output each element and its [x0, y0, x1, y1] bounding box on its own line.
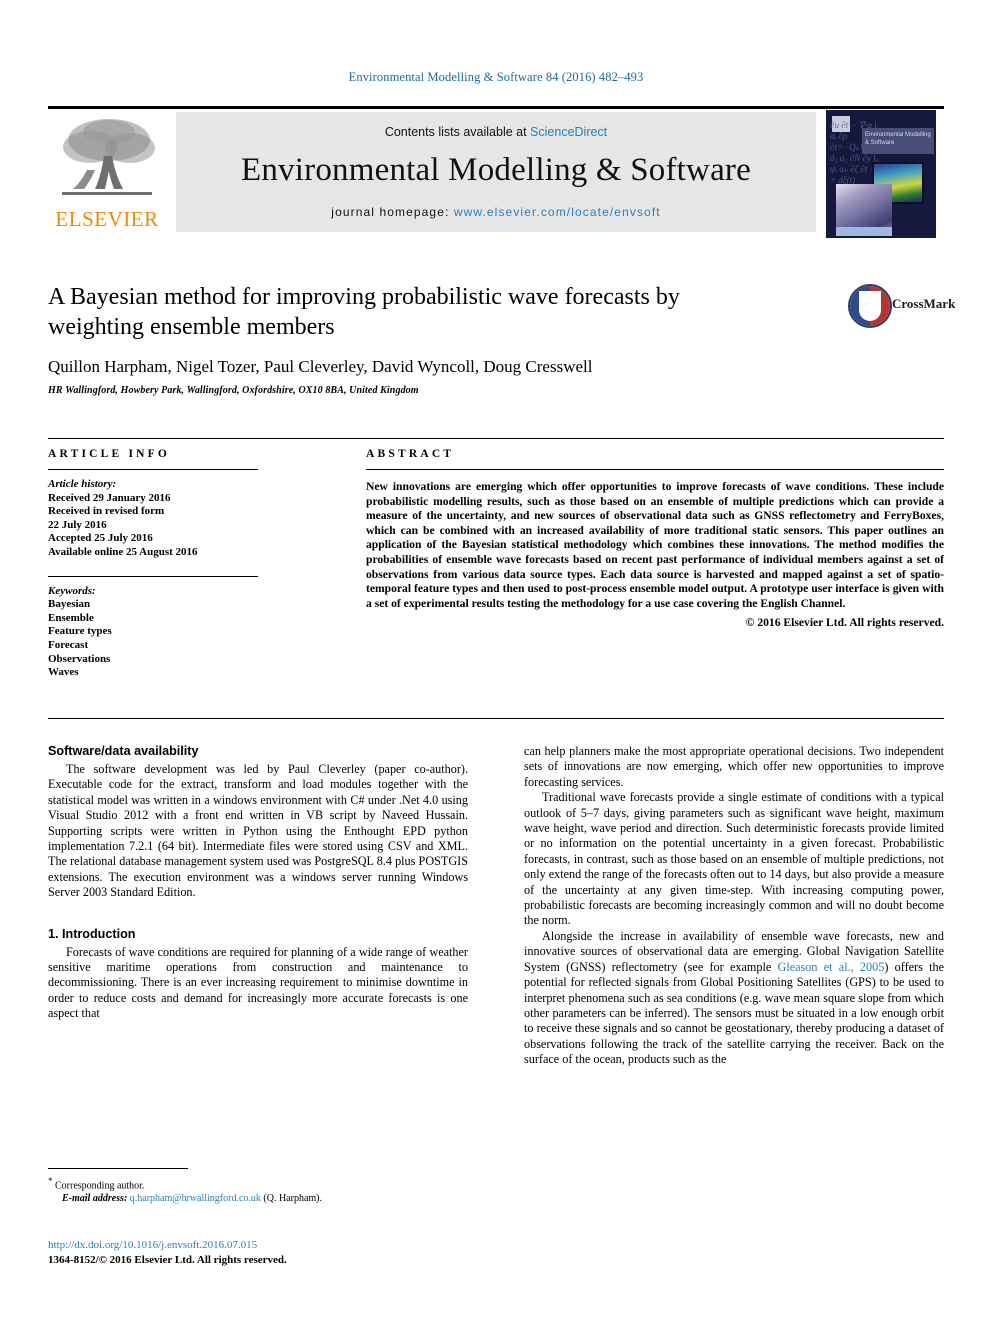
keyword-item: Forecast [48, 638, 89, 651]
email-attribution: (Q. Harpham). [263, 1193, 322, 1205]
doi-block: http://dx.doi.org/10.1016/j.envsoft.2016… [48, 1238, 548, 1267]
email-link[interactable]: q.harpham@hrwallingford.co.uk [130, 1193, 261, 1204]
article-history-item: 22 July 2016 [48, 518, 107, 531]
citation-link-gleason[interactable]: Gleason et al., 2005 [778, 960, 885, 974]
keywords-label: Keywords: [48, 584, 96, 597]
elsevier-tree-icon [62, 119, 155, 195]
article-info-column: ARTICLE INFO Article history: Received 2… [48, 448, 258, 680]
cover-image-satellite [836, 184, 892, 236]
page-title: A Bayesian method for improving probabil… [48, 284, 680, 340]
abstract-column: ABSTRACT New innovations are emerging wh… [366, 448, 944, 629]
authors-text: Quillon Harpham, Nigel Tozer, Paul Cleve… [48, 357, 593, 376]
footnote-block: * Corresponding author. E-mail address: … [48, 1168, 468, 1205]
journal-band: Contents lists available at ScienceDirec… [176, 112, 816, 232]
journal-homepage-link[interactable]: www.elsevier.com/locate/envsoft [454, 205, 661, 219]
author-list: Quillon Harpham, Nigel Tozer, Paul Cleve… [48, 356, 944, 378]
article-info-rule [48, 469, 258, 470]
software-availability-paragraph: The software development was led by Paul… [48, 762, 468, 900]
affiliation: HR Wallingford, Howbery Park, Wallingfor… [48, 385, 419, 396]
paper-page: Environmental Modelling & Software 84 (2… [0, 0, 992, 1323]
issn-copyright: 1364-8152/© 2016 Elsevier Ltd. All right… [48, 1254, 287, 1266]
corresponding-author-marker: * [48, 1176, 53, 1186]
article-history-label: Article history: [48, 478, 117, 490]
crossmark-label: CrossMark [892, 296, 956, 311]
body-right-column: can help planners make the most appropri… [524, 744, 944, 1068]
journal-title: Environmental Modelling & Software [241, 152, 751, 188]
keywords-rule [48, 575, 258, 577]
contents-available-line: Contents lists available at ScienceDirec… [176, 125, 816, 139]
body-top-rule [48, 718, 944, 719]
keyword-item: Observations [48, 652, 111, 665]
keyword-item: Ensemble [48, 611, 94, 624]
corresponding-author-line: * Corresponding author. [48, 1175, 468, 1192]
elsevier-wordmark: ELSEVIER [55, 207, 159, 231]
journal-cover-thumbnail: ∂u ∂t − ∇·φ ∫ᵢ αᵢ ∂ρ ∂t=−Qₖ∇ + d₁ a₁ ∂N … [826, 110, 936, 238]
abstract-heading: ABSTRACT [366, 448, 455, 460]
masthead-top-rule [48, 106, 944, 109]
body-left-column: Software/data availability The software … [48, 744, 468, 1022]
right-paragraph-3: Alongside the increase in availability o… [524, 929, 944, 1068]
introduction-heading: 1. Introduction [48, 926, 136, 941]
doi-link[interactable]: http://dx.doi.org/10.1016/j.envsoft.2016… [48, 1238, 548, 1252]
right-paragraph-2: Traditional wave forecasts provide a sin… [524, 790, 944, 928]
abstract-copyright: © 2016 Elsevier Ltd. All rights reserved… [745, 616, 944, 630]
keyword-item: Bayesian [48, 598, 91, 611]
article-history-item: Received in revised form [48, 505, 165, 518]
sciencedirect-link[interactable]: ScienceDirect [530, 125, 607, 139]
crossmark-badge[interactable]: CrossMark [848, 282, 955, 334]
introduction-paragraph: Forecasts of wave conditions are require… [48, 944, 468, 1021]
keyword-item: Waves [48, 666, 79, 679]
article-history-item: Accepted 25 July 2016 [48, 532, 153, 545]
footnote-rule [48, 1168, 188, 1169]
right-paragraph-1: can help planners make the most appropri… [524, 744, 944, 789]
corresponding-author-text: Corresponding author. [55, 1180, 145, 1192]
article-history-group: Article history: Received 29 January 201… [48, 478, 258, 560]
journal-masthead: ELSEVIER Contents lists available at Sci… [48, 106, 944, 238]
article-info-heading: ARTICLE INFO [48, 448, 171, 460]
journal-homepage-line: journal homepage: www.elsevier.com/locat… [176, 205, 816, 219]
running-head: Environmental Modelling & Software 84 (2… [348, 70, 644, 84]
elsevier-logo: ELSEVIER [48, 112, 166, 238]
email-line: E-mail address: q.harpham@hrwallingford.… [48, 1192, 468, 1205]
abstract-rule [366, 469, 944, 470]
keyword-item: Feature types [48, 625, 112, 638]
cover-journal-title: Environmental Modelling & Software [862, 128, 934, 154]
homepage-prefix: journal homepage: [331, 205, 454, 219]
software-availability-heading: Software/data availability [48, 744, 199, 758]
email-label: E-mail address: [62, 1193, 128, 1205]
info-top-rule [48, 438, 944, 439]
article-history-item: Received 29 January 2016 [48, 491, 171, 504]
title-block: A Bayesian method for improving probabil… [48, 282, 955, 396]
crossmark-shield [859, 291, 881, 321]
crossmark-icon [848, 284, 892, 328]
right-paragraph-3-part2: ) offers the potential for reflected sig… [524, 959, 944, 1067]
keywords-group: Keywords: Bayesian Ensemble Feature type… [48, 585, 258, 680]
article-history-item: Available online 25 August 2016 [48, 545, 198, 558]
contents-prefix: Contents lists available at [384, 125, 531, 139]
abstract-text: New innovations are emerging which offer… [366, 480, 944, 610]
